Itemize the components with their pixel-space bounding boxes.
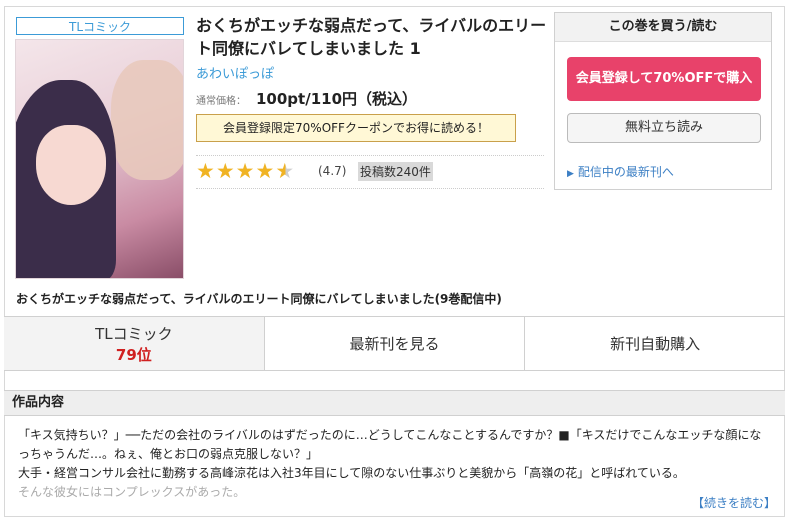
read-more-link[interactable]: 【続きを読む】	[692, 494, 776, 511]
star-icon: ★	[255, 159, 275, 183]
content-description: 「キス気持ちい？」──ただの会社のライバルのはずだったのに…どうしてこんなことす…	[18, 426, 770, 502]
ranking-number: 79位	[115, 345, 152, 364]
ranking-genre: TLコミック	[95, 324, 173, 343]
price-label: 通常価格：	[196, 96, 246, 107]
view-latest-button[interactable]: 最新刊を見る	[265, 317, 526, 370]
latest-volume-link[interactable]: ▶ 配信中の最新刊へ	[567, 163, 674, 180]
description-line: 「キス気持ちい？」──ただの会社のライバルのはずだったのに…どうしてこんなことす…	[18, 428, 762, 461]
review-count-link[interactable]: 投稿数240件	[358, 162, 433, 181]
ranking-cell[interactable]: TLコミック 79位	[4, 317, 265, 370]
auto-purchase-button[interactable]: 新刊自動購入	[525, 317, 785, 370]
half-star-icon: ★	[275, 159, 295, 183]
buy-box: この巻を買う/読む 会員登録して70%OFFで購入 無料立ち読み ▶ 配信中の最新…	[554, 12, 772, 190]
author-link[interactable]: あわいぽっぽ	[196, 63, 274, 82]
content-heading: 作品内容	[4, 390, 785, 416]
cover-man-figure	[111, 60, 183, 180]
price: 100pt/110円（税込）	[256, 90, 418, 108]
star-rating: ★ ★ ★ ★ ★	[196, 160, 295, 182]
latest-volume-label: 配信中の最新刊へ	[577, 165, 674, 179]
description-line: 大手・経営コンサル会社に勤務する高峰涼花は入社3年目にして隙のない仕事ぶりと美貌…	[18, 466, 685, 480]
buy-box-header: この巻を買う/読む	[555, 13, 771, 42]
book-title: おくちがエッチな弱点だって、ライバルのエリート同僚にバレてしまいました 1	[196, 16, 547, 58]
triangle-right-icon: ▶	[567, 169, 574, 179]
star-icon: ★	[235, 159, 255, 183]
star-icon: ★	[196, 159, 215, 183]
series-title: おくちがエッチな弱点だって、ライバルのエリート同僚にバレてしまいました(9巻配信…	[16, 292, 502, 306]
cover-image[interactable]	[15, 39, 184, 279]
divider	[196, 155, 544, 156]
divider	[196, 188, 544, 189]
action-row: TLコミック 79位 最新刊を見る 新刊自動購入	[4, 316, 785, 371]
register-purchase-button[interactable]: 会員登録して70%OFFで購入	[567, 57, 761, 101]
coupon-banner[interactable]: 会員登録限定70%OFFクーポンでお得に読める！	[196, 114, 516, 142]
description-line: そんな彼女にはコンプレックスがあった。	[18, 485, 246, 499]
genre-badge[interactable]: TLコミック	[16, 17, 184, 35]
cover-woman-face	[36, 125, 106, 205]
rating-value: (4.7)	[318, 164, 347, 178]
star-icon: ★	[215, 159, 235, 183]
free-preview-button[interactable]: 無料立ち読み	[567, 113, 761, 143]
